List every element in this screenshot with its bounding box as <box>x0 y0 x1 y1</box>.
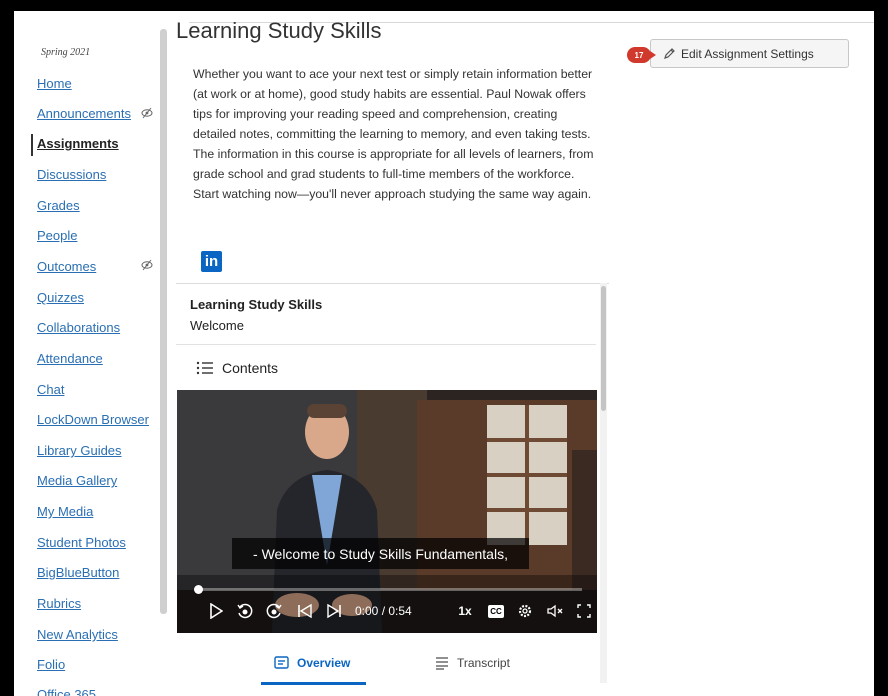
play-icon <box>210 603 223 619</box>
nav-people[interactable]: People <box>37 228 77 248</box>
nav-media-gallery[interactable]: Media Gallery <box>37 473 117 493</box>
nav-assignments[interactable]: Assignments <box>37 136 119 156</box>
transcript-icon <box>436 656 448 670</box>
sidebar-scrollbar[interactable] <box>160 29 167 614</box>
eye-slash-icon <box>141 259 153 271</box>
eye-slash-icon <box>141 107 153 119</box>
forward-10-icon <box>266 603 282 619</box>
skip-back-icon <box>298 603 312 619</box>
nav-outcomes[interactable]: Outcomes <box>37 259 96 279</box>
forward-10-button[interactable] <box>263 602 285 620</box>
play-button[interactable] <box>207 602 225 620</box>
player-divider <box>176 344 596 345</box>
pencil-icon <box>664 48 675 59</box>
tab-transcript[interactable]: Transcript <box>435 640 510 685</box>
cc-icon: CC <box>488 604 504 618</box>
nav-lockdown-browser[interactable]: LockDown Browser <box>37 412 149 432</box>
fullscreen-button[interactable] <box>575 602 593 620</box>
rewind-10-icon <box>237 603 253 619</box>
linkedin-logo: in <box>201 251 222 272</box>
nav-discussions[interactable]: Discussions <box>37 167 106 187</box>
volume-muted-icon <box>547 604 563 618</box>
nav-quizzes[interactable]: Quizzes <box>37 290 84 310</box>
nav-new-analytics[interactable]: New Analytics <box>37 627 118 647</box>
contents-label: Contents <box>222 360 279 376</box>
course-navigation: Spring 2021 Home Announcements Assignmen… <box>14 11 167 696</box>
term-label: Spring 2021 <box>41 47 91 58</box>
gear-icon <box>518 604 532 618</box>
nav-folio[interactable]: Folio <box>37 657 65 677</box>
step-badge: 17 <box>627 47 656 63</box>
next-button[interactable] <box>324 602 344 620</box>
progress-handle[interactable] <box>194 585 203 594</box>
nav-attendance[interactable]: Attendance <box>37 351 103 371</box>
tab-overview[interactable]: Overview <box>274 640 350 685</box>
video-caption: - Welcome to Study Skills Fundamentals, <box>232 538 529 569</box>
player-course-title: Learning Study Skills <box>190 297 323 312</box>
course-description: Whether you want to ace your next test o… <box>193 67 594 201</box>
nav-home[interactable]: Home <box>37 76 72 96</box>
progress-bar[interactable] <box>197 588 582 591</box>
tab-overview-label: Overview <box>297 655 351 670</box>
mute-button[interactable] <box>545 602 567 620</box>
nav-bigbluebutton[interactable]: BigBlueButton <box>37 565 119 585</box>
active-indicator <box>31 134 33 156</box>
active-tab-indicator <box>261 682 366 685</box>
nav-chat[interactable]: Chat <box>37 382 64 402</box>
fullscreen-icon <box>577 604 591 618</box>
nav-student-photos[interactable]: Student Photos <box>37 535 126 555</box>
nav-announcements[interactable]: Announcements <box>37 106 131 126</box>
video-still <box>177 390 597 633</box>
nav-my-media[interactable]: My Media <box>37 504 93 524</box>
player-scrollbar[interactable] <box>601 286 606 411</box>
previous-button[interactable] <box>295 602 315 620</box>
overview-icon <box>274 656 289 669</box>
nav-grades[interactable]: Grades <box>37 198 80 218</box>
edit-assignment-settings-button[interactable]: Edit Assignment Settings <box>650 39 849 68</box>
edit-button-label: Edit Assignment Settings <box>681 46 814 61</box>
player-tabs: Overview Transcript <box>176 640 600 685</box>
skip-forward-icon <box>327 603 341 619</box>
time-display: 0:00 / 0:54 <box>355 604 412 618</box>
contents-toggle[interactable]: Contents <box>196 360 278 376</box>
nav-rubrics[interactable]: Rubrics <box>37 596 81 616</box>
list-icon <box>196 361 213 375</box>
video-frame[interactable] <box>177 390 597 633</box>
captions-button[interactable]: CC <box>487 602 505 620</box>
nav-library-guides[interactable]: Library Guides <box>37 443 122 463</box>
page-title: Learning Study Skills <box>176 18 382 43</box>
nav-office-365[interactable]: Office 365 <box>37 687 96 696</box>
speed-button[interactable]: 1x <box>456 602 474 620</box>
player-current-item: Welcome <box>190 318 244 333</box>
tab-transcript-label: Transcript <box>457 655 510 670</box>
nav-collaborations[interactable]: Collaborations <box>37 320 120 340</box>
rewind-10-button[interactable] <box>234 602 256 620</box>
settings-button[interactable] <box>515 602 535 620</box>
